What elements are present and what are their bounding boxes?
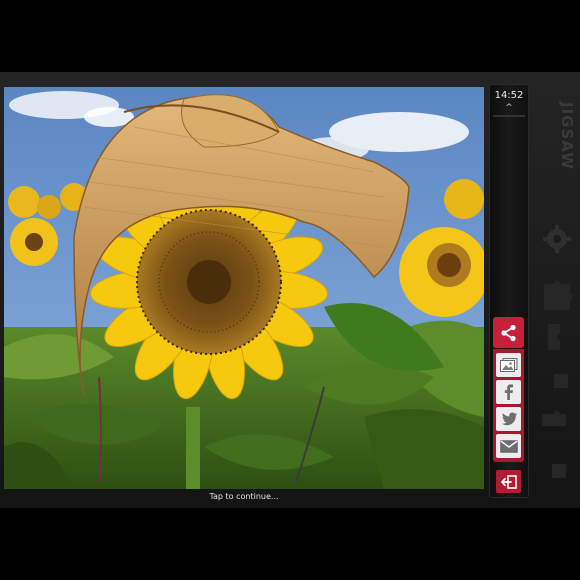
- facebook-share-button[interactable]: [496, 380, 521, 404]
- jigsaw-logo: JIGSAW: [542, 101, 576, 478]
- jigsaw-branding: JIGSAW: [532, 84, 576, 504]
- photo-gallery-icon: [499, 358, 517, 372]
- exit-button[interactable]: [496, 470, 521, 493]
- svg-text:JIGSAW: JIGSAW: [558, 101, 576, 170]
- rail-divider: [493, 115, 525, 117]
- exit-icon: [500, 474, 517, 489]
- twitter-bird-icon: [501, 412, 517, 426]
- twitter-share-button[interactable]: [496, 407, 521, 431]
- puzzle-image[interactable]: [4, 87, 484, 489]
- save-to-gallery-button[interactable]: [496, 353, 521, 377]
- collapse-caret-icon[interactable]: ^: [491, 102, 527, 114]
- tap-to-continue-label[interactable]: Tap to continue...: [4, 490, 484, 504]
- facebook-icon: [504, 384, 513, 400]
- share-icon: [500, 324, 516, 341]
- email-icon: [499, 439, 518, 453]
- sunflower-photo: [4, 87, 484, 489]
- email-share-button[interactable]: [496, 434, 521, 458]
- share-button[interactable]: [493, 317, 524, 348]
